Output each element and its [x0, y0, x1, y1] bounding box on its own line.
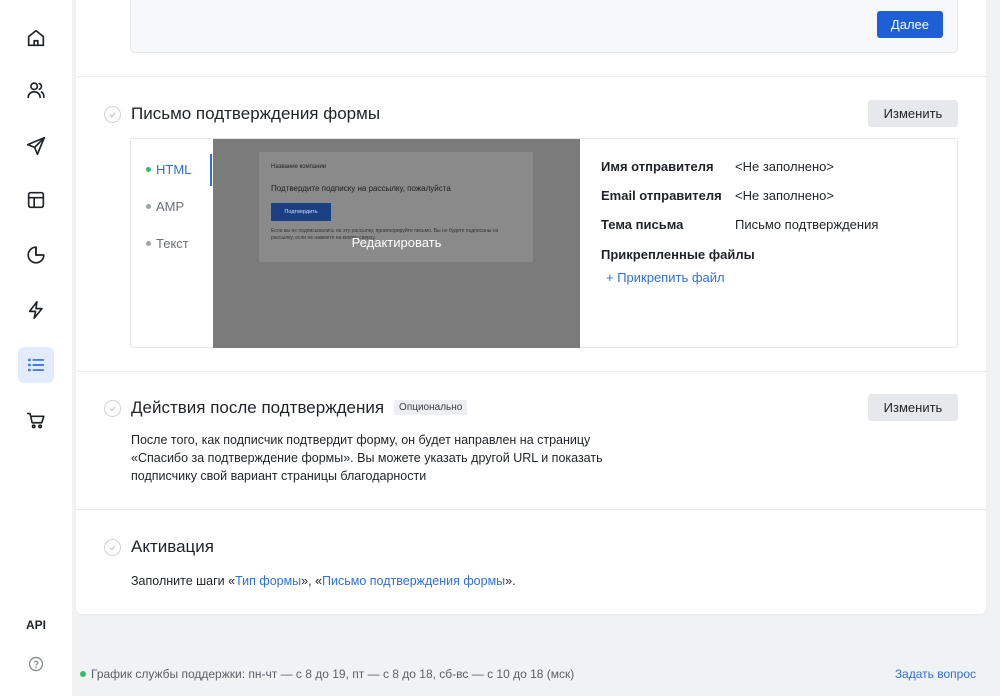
tab-text[interactable]: Текст [146, 236, 189, 251]
preview-company-name: Название компании [271, 164, 327, 170]
tab-label: AMP [156, 199, 185, 214]
subject-label: Тема письма [601, 217, 684, 232]
send-icon [26, 136, 46, 156]
active-tab-indicator [210, 154, 212, 186]
section-title-confirmation-email: Письмо подтверждения формы [131, 104, 381, 123]
form-type-step-link[interactable]: Тип формы [235, 574, 301, 588]
sidebar: API [0, 0, 72, 696]
attach-file-link[interactable]: + Прикрепить файл [606, 270, 725, 285]
optional-badge: Опционально [394, 400, 468, 415]
email-preview-box: HTML AMP Текст Название компании Подтвер… [130, 138, 958, 348]
section-title-text: Действия после подтверждения [131, 398, 385, 417]
sender-name-value: <Не заполнено> [735, 159, 834, 174]
preview-heading: Подтвердите подписку на рассылку, пожалу… [271, 184, 451, 193]
next-button[interactable]: Далее [876, 11, 943, 38]
tab-amp[interactable]: AMP [146, 199, 184, 214]
online-status-dot [80, 671, 86, 677]
support-schedule-text: График службы поддержки: пн-чт — с 8 до … [91, 667, 575, 681]
nav-analytics[interactable] [18, 237, 54, 273]
nav-campaigns[interactable] [18, 128, 54, 164]
inactive-dot [146, 241, 151, 246]
nav-contacts[interactable] [18, 72, 54, 108]
active-dot [146, 167, 151, 172]
tab-html[interactable]: HTML [146, 162, 191, 177]
form-settings-card: Далее Письмо подтверждения формы Изменит… [76, 0, 986, 614]
contacts-icon [27, 82, 45, 99]
tab-label: HTML [156, 162, 192, 177]
edit-after-confirmation-button[interactable]: Изменить [868, 394, 958, 421]
activation-text: Заполните шаги « [131, 574, 236, 588]
nav-shop[interactable] [18, 402, 54, 438]
confirmation-email-step-link[interactable]: Письмо подтверждения формы [322, 574, 505, 588]
forms-list-icon [28, 358, 45, 372]
preview-confirm-button: Подтвердить [271, 203, 331, 221]
sender-email-value: <Не заполнено> [735, 188, 834, 203]
ask-question-link[interactable]: Задать вопрос [895, 667, 976, 681]
support-schedule: График службы поддержки: пн-чт — с 8 до … [80, 667, 574, 681]
section-divider [76, 76, 986, 77]
help-circle-icon [28, 656, 44, 672]
email-preview-thumbnail[interactable]: Название компании Подтвердите подписку н… [213, 139, 580, 348]
after-confirmation-description: После того, как подписчик подтвердит фор… [131, 433, 603, 483]
analytics-icon [27, 246, 45, 264]
automation-icon [28, 300, 43, 320]
api-link[interactable]: API [0, 618, 72, 632]
step-status-check [104, 106, 121, 123]
subject-value: Письмо подтверждения [735, 217, 879, 232]
layout-icon [27, 191, 45, 209]
check-icon [109, 545, 116, 551]
cart-icon [26, 412, 45, 429]
activation-text: », « [301, 574, 323, 588]
step-status-check [104, 400, 121, 417]
edit-confirmation-email-button[interactable]: Изменить [868, 100, 958, 127]
home-icon [27, 29, 45, 47]
inactive-dot [146, 204, 151, 209]
check-icon [109, 406, 116, 412]
nav-automation[interactable] [18, 292, 54, 328]
attachments-label: Прикрепленные файлы [601, 247, 755, 262]
section-title-after-confirmation: Действия после подтверждения Опционально [131, 398, 468, 418]
nav-home[interactable] [18, 20, 54, 56]
previous-step-panel: Далее [130, 0, 958, 53]
edit-preview-overlay[interactable]: Редактировать [213, 235, 580, 250]
tab-label: Текст [156, 236, 189, 251]
activation-description: Заполните шаги «Тип формы», «Письмо подт… [131, 572, 831, 590]
nav-forms[interactable] [18, 347, 54, 383]
check-icon [109, 112, 116, 118]
sender-email-label: Email отправителя [601, 188, 722, 203]
nav-templates[interactable] [18, 182, 54, 218]
help-button[interactable] [28, 656, 44, 672]
section-divider [76, 509, 986, 510]
step-status-check [104, 539, 121, 556]
activation-text: ». [505, 574, 516, 588]
sender-name-label: Имя отправителя [601, 159, 714, 174]
section-divider [76, 371, 986, 372]
section-title-activation: Активация [131, 537, 214, 556]
